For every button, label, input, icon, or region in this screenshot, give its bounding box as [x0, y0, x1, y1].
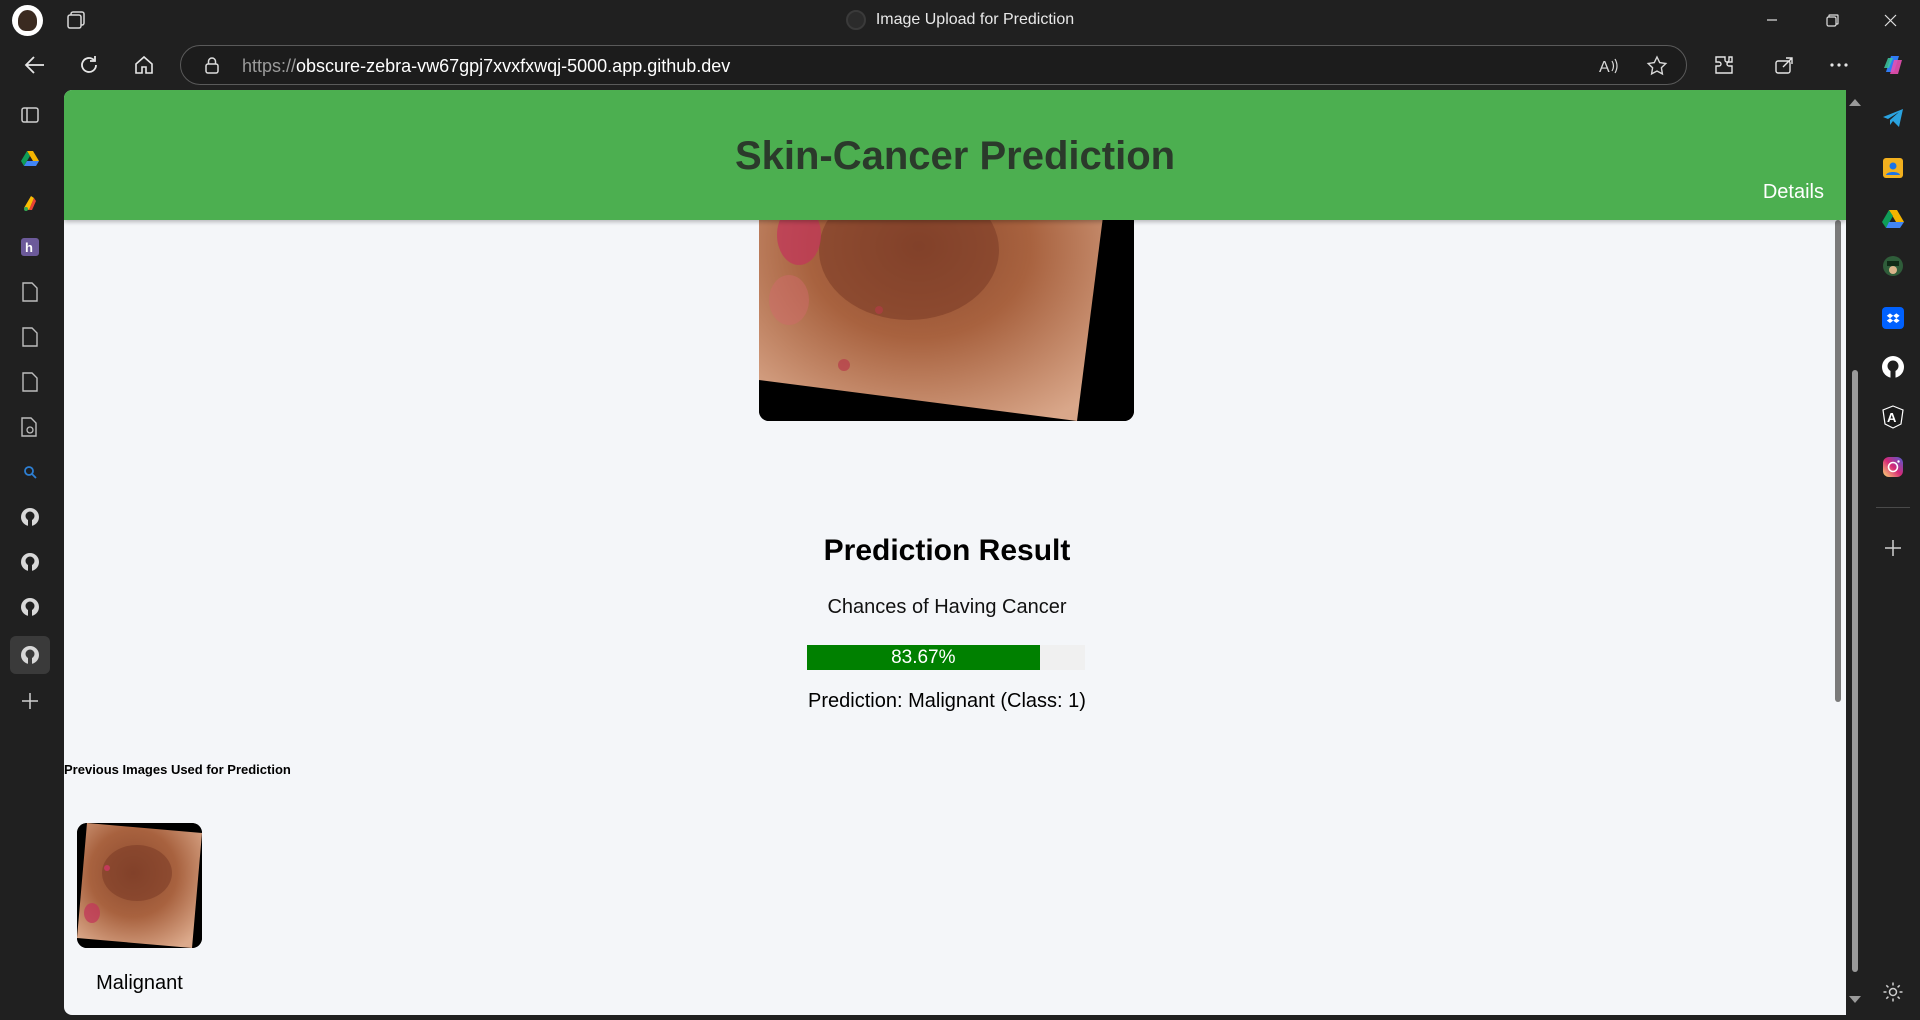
- page-title: Skin-Cancer Prediction: [734, 134, 1176, 178]
- github-icon[interactable]: [16, 593, 44, 621]
- sidebar-divider: [1876, 507, 1910, 508]
- chance-label: Chances of Having Cancer: [827, 596, 1067, 618]
- more-options-button[interactable]: [1822, 49, 1856, 81]
- probability-text: 83.67%: [891, 647, 956, 668]
- window-title: Image Upload for Prediction: [875, 11, 1075, 28]
- add-icon[interactable]: [16, 687, 44, 715]
- page-scrollbar-thumb[interactable]: [1835, 220, 1841, 702]
- navigation-bar: https://obscure-zebra-vw67gpj7xvxfxwqj-5…: [0, 40, 1920, 90]
- previous-image-thumbnail[interactable]: [77, 823, 202, 948]
- svg-text:A: A: [1599, 59, 1610, 76]
- google-drive-icon[interactable]: [1880, 205, 1906, 231]
- back-arrow-icon: [24, 56, 44, 74]
- github-icon[interactable]: [1880, 354, 1906, 380]
- right-sidebar: A: [1864, 90, 1920, 1020]
- copilot-icon: [1884, 56, 1902, 74]
- refresh-button[interactable]: [72, 49, 106, 81]
- minimize-icon: [1767, 19, 1777, 21]
- url-text[interactable]: https://obscure-zebra-vw67gpj7xvxfxwqj-5…: [242, 56, 730, 77]
- url-protocol: https://: [242, 56, 297, 76]
- add-icon[interactable]: [1880, 535, 1906, 561]
- close-icon: [1884, 14, 1896, 26]
- settings-icon[interactable]: [1880, 979, 1906, 1005]
- left-sidebar: h: [0, 90, 62, 1020]
- github-favicon-icon: [845, 10, 866, 30]
- previous-images-heading: Previous Images Used for Prediction: [64, 762, 291, 777]
- prediction-text: Prediction: Malignant (Class: 1): [808, 690, 1086, 712]
- h-icon[interactable]: h: [16, 233, 44, 261]
- extensions-puzzle-icon: [1715, 56, 1733, 74]
- svg-text:A: A: [1887, 410, 1897, 425]
- favorite-star-icon[interactable]: [1645, 54, 1669, 78]
- document-settings-icon[interactable]: [16, 413, 44, 441]
- svg-text:h: h: [25, 240, 33, 255]
- github-icon[interactable]: [16, 548, 44, 576]
- more-dots-icon: [1830, 63, 1848, 67]
- avatar-icon[interactable]: [1880, 253, 1906, 279]
- previous-image-label: Malignant: [96, 972, 183, 994]
- dropbox-icon[interactable]: [1880, 305, 1906, 331]
- document-icon[interactable]: [16, 368, 44, 396]
- page-scrollbar[interactable]: [1830, 220, 1846, 1010]
- refresh-icon: [81, 56, 97, 73]
- scroll-up-arrow-icon[interactable]: [1846, 96, 1864, 110]
- github-icon[interactable]: [16, 503, 44, 531]
- copilot-button[interactable]: [1876, 49, 1910, 81]
- back-button[interactable]: [18, 49, 52, 81]
- probability-progress-bar: 83.67%: [807, 645, 1085, 670]
- telegram-icon[interactable]: [1880, 105, 1906, 131]
- web-page: Skin-Cancer Prediction Details Predictio…: [64, 90, 1846, 1015]
- details-link[interactable]: Details: [1763, 181, 1824, 204]
- lock-icon[interactable]: [203, 56, 221, 74]
- restore-icon: [1825, 13, 1839, 27]
- contacts-icon[interactable]: [1880, 155, 1906, 181]
- scroll-down-arrow-icon[interactable]: [1846, 993, 1864, 1007]
- close-button[interactable]: [1860, 0, 1920, 40]
- search-icon[interactable]: [16, 458, 44, 486]
- tab-actions-icon[interactable]: [16, 101, 44, 129]
- share-button[interactable]: [1767, 49, 1801, 81]
- browser-scrollbar[interactable]: [1846, 90, 1864, 1015]
- instagram-icon[interactable]: [1880, 454, 1906, 480]
- extensions-button[interactable]: [1707, 49, 1741, 81]
- address-bar[interactable]: https://obscure-zebra-vw67gpj7xvxfxwqj-5…: [180, 45, 1687, 85]
- read-aloud-icon[interactable]: A: [1596, 54, 1620, 78]
- home-icon: [135, 55, 153, 74]
- document-icon[interactable]: [16, 323, 44, 351]
- home-button[interactable]: [127, 49, 161, 81]
- restore-button[interactable]: [1802, 0, 1862, 40]
- share-icon: [1775, 57, 1793, 74]
- google-drive-icon[interactable]: [16, 144, 44, 172]
- minimize-button[interactable]: [1742, 0, 1802, 40]
- google-icon[interactable]: [16, 189, 44, 217]
- angular-icon[interactable]: A: [1880, 404, 1906, 430]
- browser-scrollbar-thumb[interactable]: [1852, 370, 1858, 972]
- github-icon[interactable]: [10, 636, 50, 674]
- prediction-result-heading: Prediction Result: [823, 534, 1071, 567]
- page-header: Skin-Cancer Prediction Details: [64, 90, 1846, 220]
- url-host: obscure-zebra-vw67gpj7xvxfxwqj-5000.app.…: [296, 56, 731, 76]
- title-bar: Image Upload for Prediction: [0, 0, 1920, 40]
- document-icon[interactable]: [16, 278, 44, 306]
